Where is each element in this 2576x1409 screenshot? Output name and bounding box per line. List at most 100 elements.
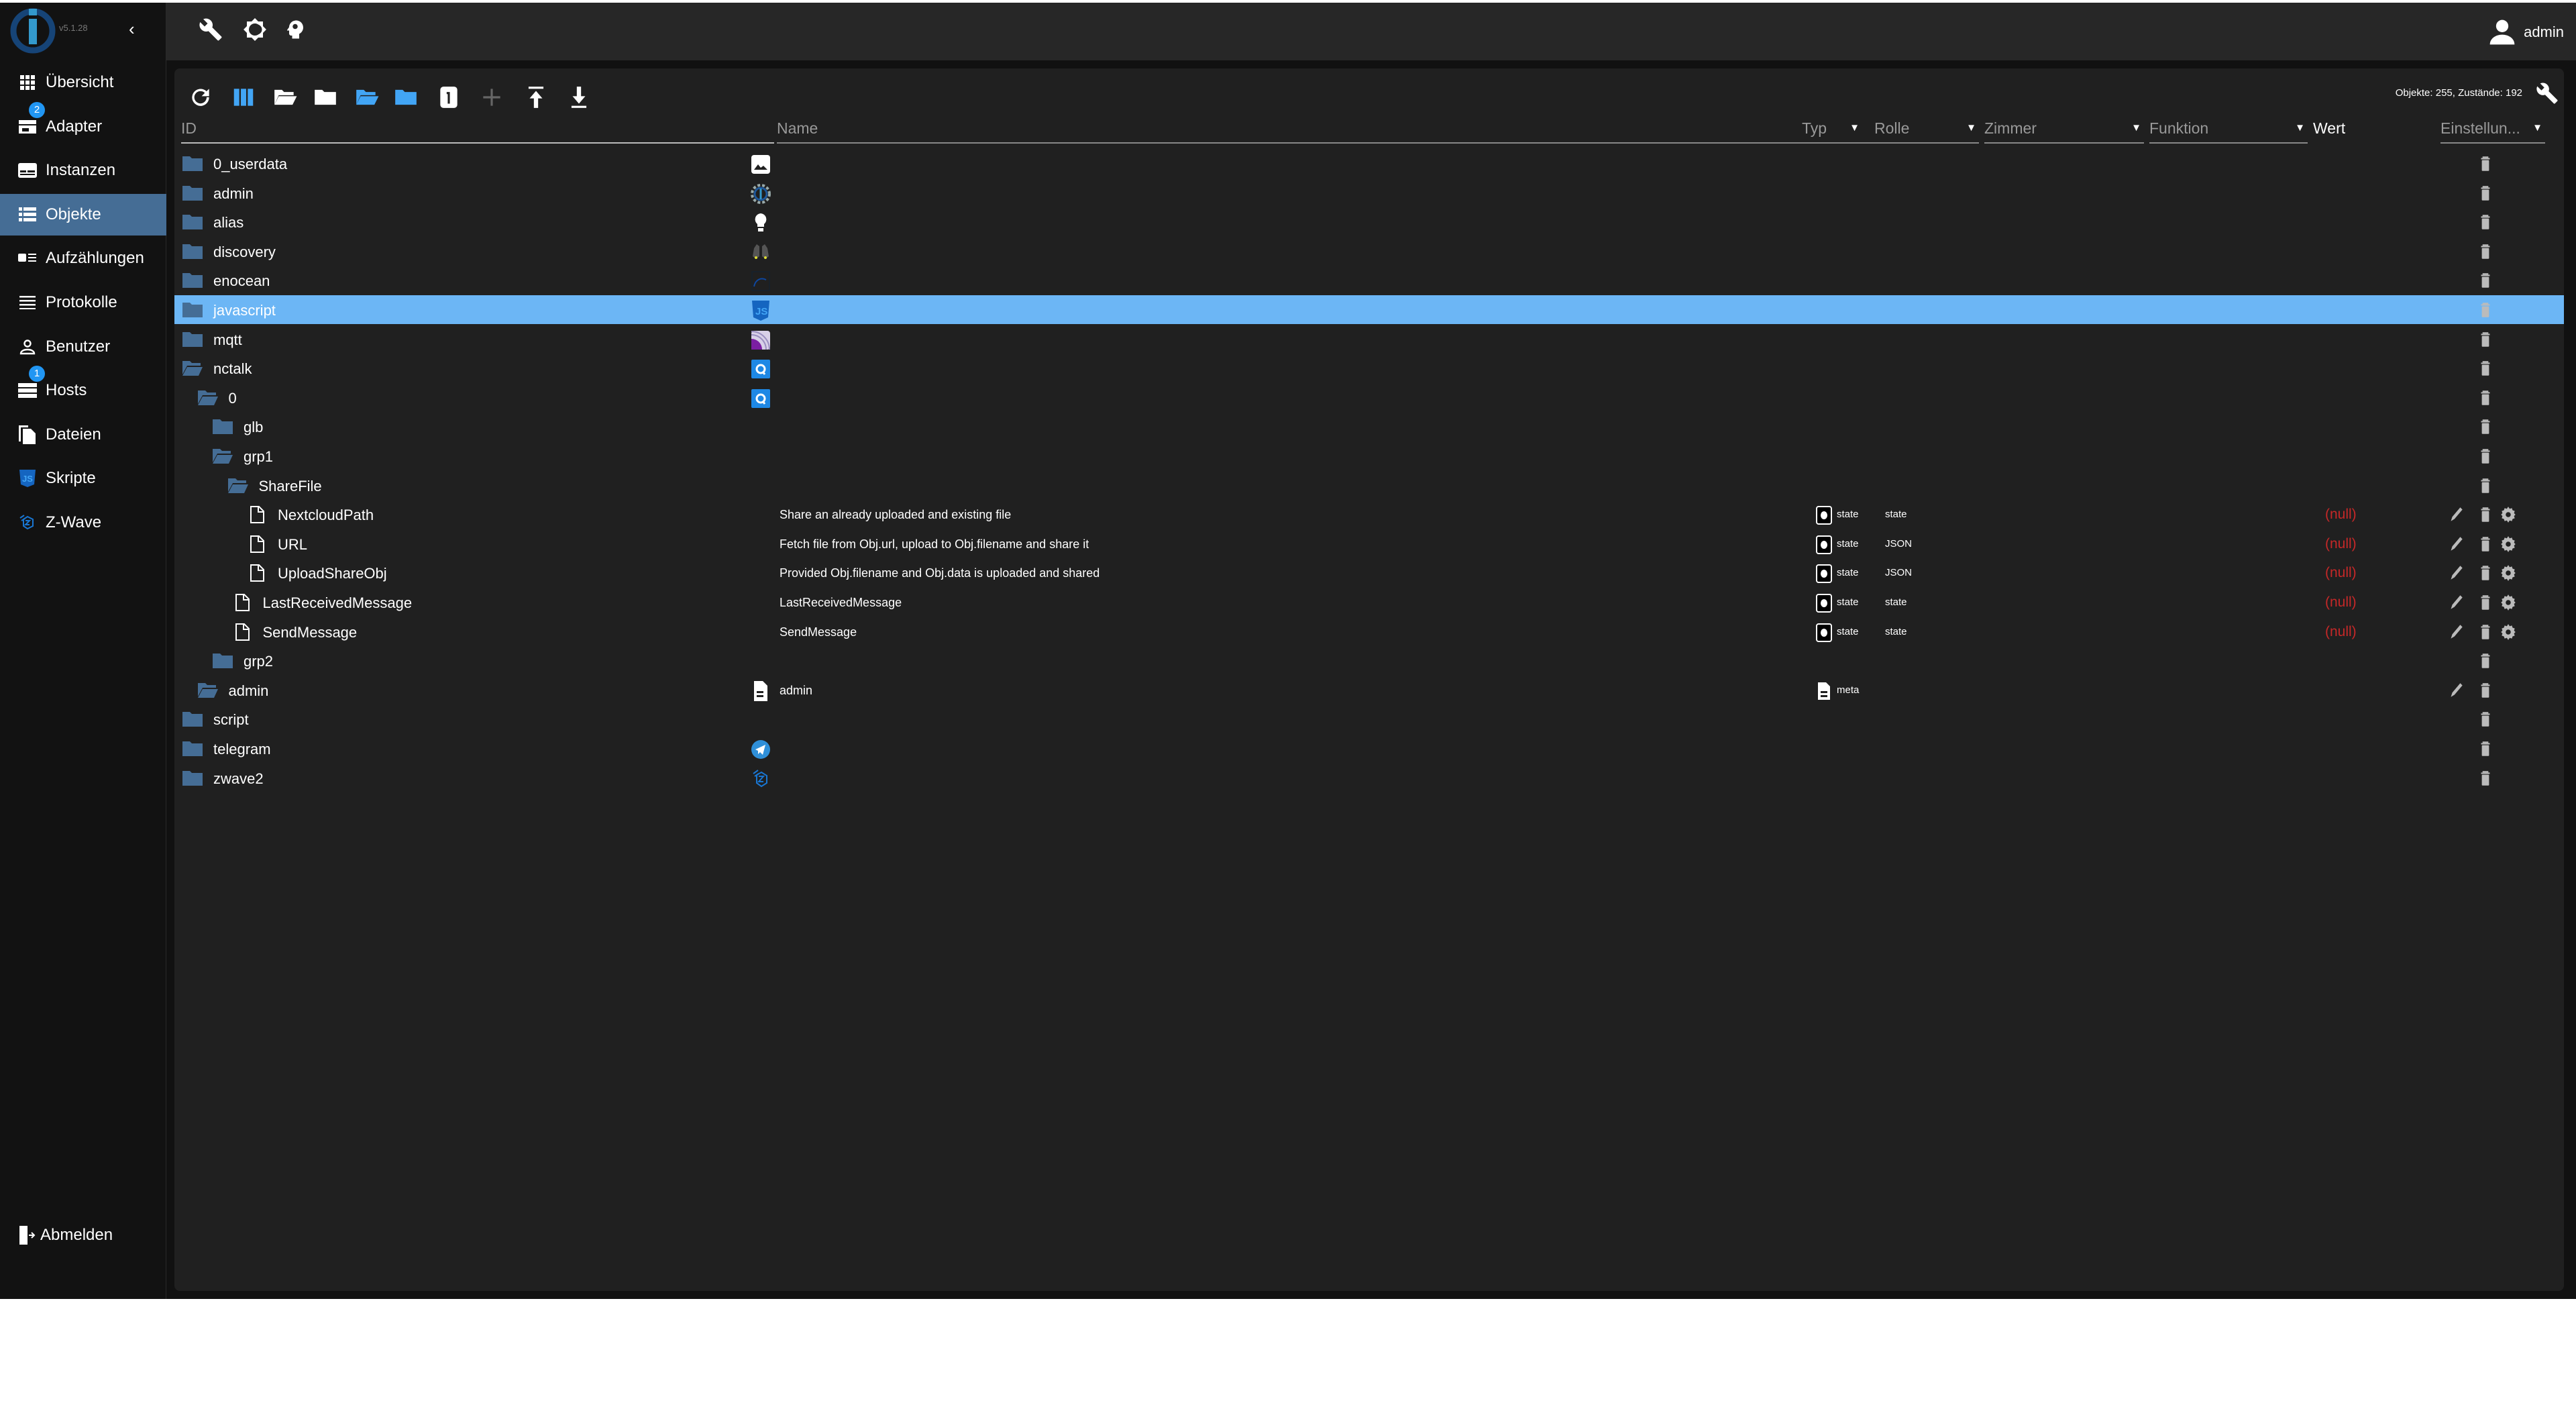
- folder-open-icon[interactable]: [272, 85, 298, 110]
- edit-pencil-icon[interactable]: [2447, 535, 2465, 554]
- table-row[interactable]: grp1: [174, 441, 2564, 470]
- delete-trash-icon[interactable]: [2477, 301, 2494, 319]
- theme-icon[interactable]: [243, 17, 267, 42]
- folder-closed-icon[interactable]: [182, 213, 203, 231]
- wrench-icon[interactable]: [199, 17, 223, 42]
- delete-trash-icon[interactable]: [2477, 564, 2494, 582]
- folder-closed-icon[interactable]: [182, 740, 203, 758]
- column-header-room[interactable]: Zimmer ▼: [1984, 118, 2144, 144]
- delete-trash-icon[interactable]: [2477, 651, 2494, 670]
- add-icon[interactable]: [479, 85, 504, 110]
- sidebar-item-benutzer[interactable]: Benutzer: [0, 326, 166, 368]
- object-value[interactable]: (null): [2325, 565, 2357, 581]
- delete-trash-icon[interactable]: [2477, 739, 2494, 758]
- table-row[interactable]: SendMessage SendMessage state state (null): [174, 617, 2564, 646]
- table-row[interactable]: glb: [174, 412, 2564, 441]
- settings-gear-icon[interactable]: [2500, 623, 2517, 641]
- delete-trash-icon[interactable]: [2477, 213, 2494, 231]
- user-menu[interactable]: admin: [2487, 17, 2564, 47]
- folder-closed-icon[interactable]: [182, 331, 203, 348]
- dropdown-arrow-icon[interactable]: ▼: [2295, 122, 2305, 134]
- table-row[interactable]: LastReceivedMessage LastReceivedMessage st…: [174, 588, 2564, 617]
- sidebar-item-hosts[interactable]: 1 Hosts: [0, 366, 166, 411]
- folder-open-icon[interactable]: [197, 389, 218, 407]
- delete-trash-icon[interactable]: [2477, 271, 2494, 290]
- delete-trash-icon[interactable]: [2477, 388, 2494, 407]
- delete-trash-icon[interactable]: [2477, 769, 2494, 788]
- dropdown-arrow-icon[interactable]: ▼: [2131, 122, 2141, 134]
- edit-pencil-icon[interactable]: [2447, 593, 2465, 612]
- delete-trash-icon[interactable]: [2477, 184, 2494, 203]
- table-row[interactable]: enocean: [174, 266, 2564, 295]
- edit-pencil-icon[interactable]: [2447, 564, 2465, 582]
- sidebar-item-protokolle[interactable]: Protokolle: [0, 282, 166, 323]
- delete-trash-icon[interactable]: [2477, 359, 2494, 378]
- column-header-id[interactable]: ID: [181, 118, 774, 144]
- expert-mode-icon[interactable]: [283, 17, 307, 42]
- table-row[interactable]: nctalk: [174, 354, 2564, 382]
- folder-closed-icon[interactable]: [313, 85, 338, 110]
- sidebar-item-objekte[interactable]: Objekte: [0, 193, 166, 236]
- download-icon[interactable]: [566, 85, 592, 110]
- folder-closed-icon[interactable]: [182, 301, 203, 319]
- folder-closed-icon[interactable]: [213, 652, 233, 670]
- delete-trash-icon[interactable]: [2477, 535, 2494, 554]
- object-value[interactable]: (null): [2325, 594, 2357, 611]
- table-row[interactable]: javascript JS: [174, 295, 2564, 324]
- delete-trash-icon[interactable]: [2477, 710, 2494, 729]
- collapse-sidebar-chevron-icon[interactable]: ‹: [129, 19, 135, 40]
- edit-pencil-icon[interactable]: [2447, 681, 2465, 700]
- delete-trash-icon[interactable]: [2477, 476, 2494, 495]
- folder-closed-icon[interactable]: [213, 418, 233, 435]
- delete-trash-icon[interactable]: [2477, 447, 2494, 466]
- sidebar-item-adapter[interactable]: 2 Adapter: [0, 101, 166, 148]
- table-row[interactable]: UploadShareObj Provided Obj.filename and …: [174, 558, 2564, 587]
- edit-pencil-icon[interactable]: [2447, 505, 2465, 524]
- delete-trash-icon[interactable]: [2477, 505, 2494, 524]
- table-row[interactable]: discovery: [174, 237, 2564, 266]
- table-row[interactable]: 0: [174, 383, 2564, 412]
- folder-open-icon[interactable]: [227, 477, 248, 494]
- folder-open-icon[interactable]: [182, 360, 203, 377]
- folder-closed-icon[interactable]: [182, 272, 203, 289]
- table-row[interactable]: zwave2: [174, 764, 2564, 792]
- table-row[interactable]: 0_userdata: [174, 149, 2564, 178]
- table-row[interactable]: URL Fetch file from Obj.url, upload to Ob…: [174, 529, 2564, 558]
- folder-closed-icon[interactable]: [182, 155, 203, 172]
- object-value[interactable]: (null): [2325, 536, 2357, 552]
- delete-trash-icon[interactable]: [2477, 593, 2494, 612]
- delete-trash-icon[interactable]: [2477, 330, 2494, 349]
- iobroker-logo[interactable]: [9, 7, 56, 54]
- expand-all-icon[interactable]: [354, 85, 380, 110]
- dropdown-arrow-icon[interactable]: ▼: [2532, 122, 2542, 134]
- sidebar-item-skripte[interactable]: JS Skripte: [0, 458, 166, 499]
- table-row[interactable]: admin: [174, 178, 2564, 207]
- wrench-icon[interactable]: [2536, 82, 2559, 105]
- column-header-role[interactable]: Rolle ▼: [1874, 118, 1979, 144]
- table-row[interactable]: telegram: [174, 734, 2564, 763]
- column-header-name[interactable]: Name: [777, 118, 1971, 144]
- settings-gear-icon[interactable]: [2500, 535, 2517, 554]
- dropdown-arrow-icon[interactable]: ▼: [1966, 122, 1976, 134]
- table-row[interactable]: ShareFile: [174, 471, 2564, 500]
- sidebar-item-logout[interactable]: Abmelden: [0, 1214, 166, 1256]
- delete-trash-icon[interactable]: [2477, 681, 2494, 700]
- folder-closed-icon[interactable]: [182, 243, 203, 260]
- refresh-icon[interactable]: [188, 85, 213, 110]
- table-row[interactable]: grp2: [174, 646, 2564, 675]
- delete-trash-icon[interactable]: [2477, 417, 2494, 436]
- folder-closed-icon[interactable]: [182, 770, 203, 787]
- delete-trash-icon[interactable]: [2477, 623, 2494, 641]
- object-value[interactable]: (null): [2325, 624, 2357, 640]
- collapse-all-icon[interactable]: [393, 85, 419, 110]
- delete-trash-icon[interactable]: [2477, 154, 2494, 173]
- delete-trash-icon[interactable]: [2477, 242, 2494, 261]
- settings-gear-icon[interactable]: [2500, 505, 2517, 524]
- sidebar-item-instanzen[interactable]: Instanzen: [0, 150, 166, 191]
- folder-closed-icon[interactable]: [182, 185, 203, 202]
- column-header-settings[interactable]: Einstellun... ▼: [2440, 118, 2545, 144]
- column-header-type[interactable]: Typ ▼: [1802, 118, 1862, 144]
- settings-gear-icon[interactable]: [2500, 593, 2517, 612]
- table-row[interactable]: mqtt: [174, 325, 2564, 354]
- sidebar-item-dateien[interactable]: Dateien: [0, 414, 166, 456]
